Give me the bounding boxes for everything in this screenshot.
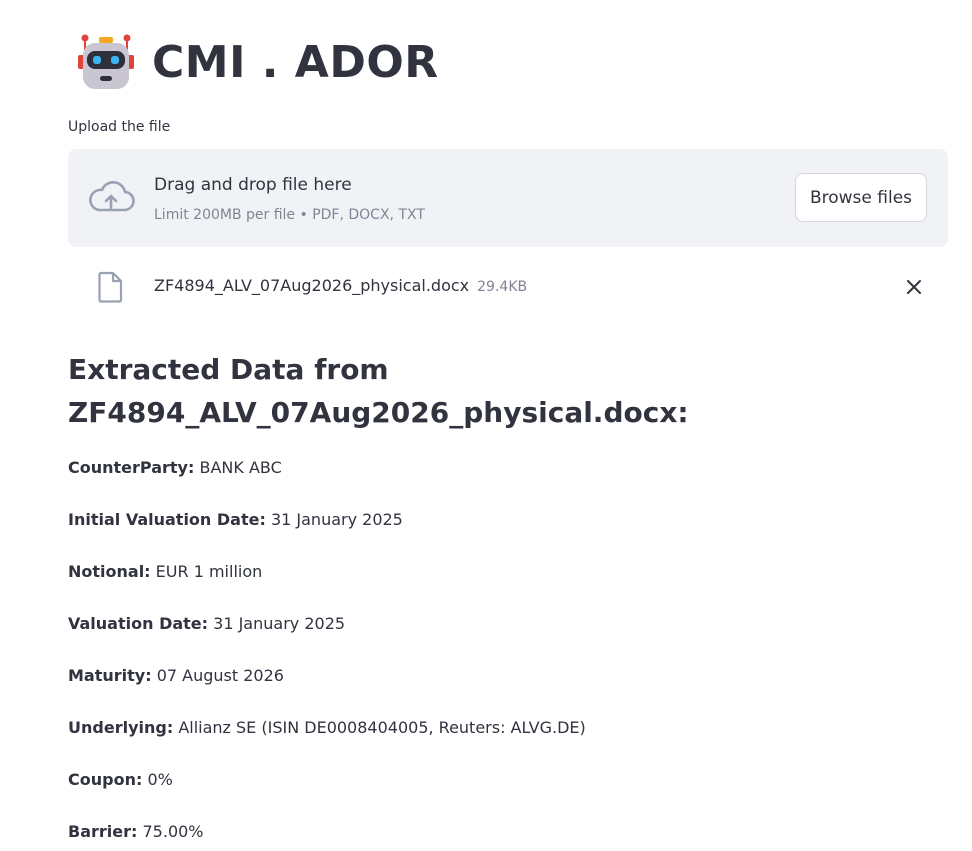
uploaded-file-info: ZF4894_ALV_07Aug2026_physical.docx 29.4KB	[154, 276, 527, 295]
app-page: CMI . ADOR Upload the file Drag and drop…	[0, 0, 972, 851]
field-notional: Notional: EUR 1 million	[68, 560, 586, 612]
field-barrier: Barrier: 75.00%	[68, 820, 586, 851]
field-value: EUR 1 million	[155, 562, 263, 581]
dropzone-limit-text: Limit 200MB per file • PDF, DOCX, TXT	[154, 207, 425, 223]
file-dropzone[interactable]: Drag and drop file here Limit 200MB per …	[68, 149, 948, 247]
field-coupon: Coupon: 0%	[68, 768, 586, 820]
upload-label: Upload the file	[68, 119, 171, 135]
uploaded-file-size: 29.4KB	[477, 279, 528, 295]
uploaded-file-row: ZF4894_ALV_07Aug2026_physical.docx 29.4KB	[68, 262, 948, 312]
field-key: CounterParty:	[68, 458, 195, 477]
field-key: Valuation Date:	[68, 614, 209, 633]
uploaded-file-name: ZF4894_ALV_07Aug2026_physical.docx	[154, 276, 470, 295]
browse-files-button[interactable]: Browse files	[795, 173, 927, 222]
app-header: CMI . ADOR	[76, 28, 439, 96]
extracted-data-heading: Extracted Data from ZF4894_ALV_07Aug2026…	[68, 353, 689, 429]
field-key: Underlying:	[68, 718, 174, 737]
field-maturity: Maturity: 07 August 2026	[68, 664, 586, 716]
cloud-upload-icon	[89, 180, 135, 212]
close-icon[interactable]	[904, 277, 924, 297]
dropzone-instructions: Drag and drop file here	[154, 175, 352, 195]
field-value: 75.00%	[142, 822, 204, 841]
field-key: Initial Valuation Date:	[68, 510, 266, 529]
field-key: Barrier:	[68, 822, 138, 841]
field-key: Maturity:	[68, 666, 152, 685]
field-underlying: Underlying: Allianz SE (ISIN DE000840400…	[68, 716, 586, 768]
field-key: Notional:	[68, 562, 151, 581]
extracted-fields-list: CounterParty: BANK ABC Initial Valuation…	[68, 456, 586, 851]
field-valuation-date: Valuation Date: 31 January 2025	[68, 612, 586, 664]
field-value: 31 January 2025	[270, 510, 403, 529]
field-value: 31 January 2025	[213, 614, 346, 633]
field-key: Coupon:	[68, 770, 143, 789]
app-title: CMI . ADOR	[152, 36, 439, 88]
robot-icon	[78, 34, 134, 89]
field-value: 0%	[147, 770, 173, 789]
field-value: Allianz SE (ISIN DE0008404005, Reuters: …	[178, 718, 586, 737]
field-value: BANK ABC	[199, 458, 282, 477]
field-initial-valuation-date: Initial Valuation Date: 31 January 2025	[68, 508, 586, 560]
field-value: 07 August 2026	[156, 666, 284, 685]
document-icon	[98, 271, 123, 303]
field-counterparty: CounterParty: BANK ABC	[68, 456, 586, 508]
